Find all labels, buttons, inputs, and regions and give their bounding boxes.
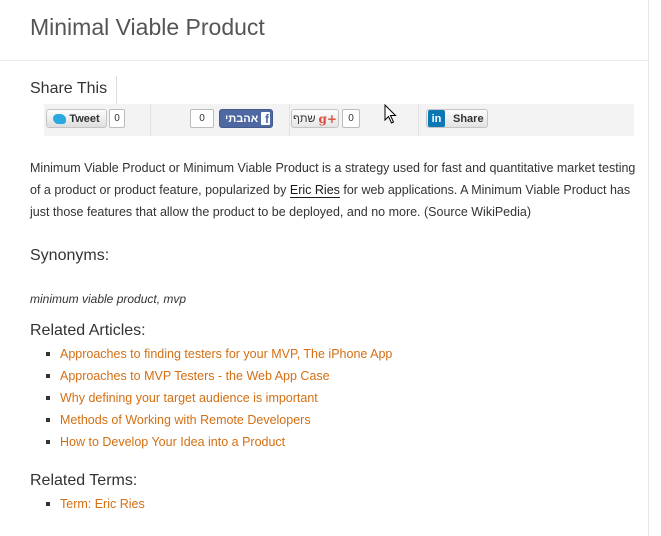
share-separator xyxy=(289,104,290,136)
twitter-bird-icon xyxy=(53,113,67,124)
synonyms-heading: Synonyms: xyxy=(30,247,110,264)
list-item: Methods of Working with Remote Developer… xyxy=(46,409,392,431)
synonyms-text: minimum viable product, mvp xyxy=(30,292,187,306)
linkedin-icon: in xyxy=(428,110,445,127)
title-divider xyxy=(0,60,648,61)
google-plus-count: 0 xyxy=(342,109,360,128)
share-separator xyxy=(418,104,419,136)
share-heading-divider xyxy=(116,76,117,104)
tweet-button[interactable]: Tweet xyxy=(46,109,107,128)
related-article-link[interactable]: Methods of Working with Remote Developer… xyxy=(60,413,311,427)
content-border-right xyxy=(648,0,649,536)
eric-ries-link[interactable]: Eric Ries xyxy=(289,183,340,198)
related-articles-heading: Related Articles: xyxy=(30,322,146,339)
mouse-cursor-icon xyxy=(384,104,397,124)
facebook-icon: f xyxy=(261,112,270,125)
related-term-link[interactable]: Term: Eric Ries xyxy=(60,497,145,511)
tweet-label: Tweet xyxy=(69,112,100,125)
intro-paragraph: Minimum Viable Product or Minimum Viable… xyxy=(30,157,640,223)
google-plus-share-button[interactable]: שתף g+ xyxy=(291,109,339,128)
share-heading: Share This xyxy=(30,80,108,97)
related-articles-list: Approaches to finding testers for your M… xyxy=(46,343,392,453)
share-bar xyxy=(44,104,634,136)
linkedin-share-label: Share xyxy=(453,112,484,125)
facebook-like-button[interactable]: אהבתי f xyxy=(219,109,273,128)
list-item: How to Develop Your Idea into a Product xyxy=(46,431,392,453)
related-terms-list: Term: Eric Ries xyxy=(46,493,145,515)
list-item: Term: Eric Ries xyxy=(46,493,145,515)
list-item: Why defining your target audience is imp… xyxy=(46,387,392,409)
list-item: Approaches to finding testers for your M… xyxy=(46,343,392,365)
related-article-link[interactable]: Why defining your target audience is imp… xyxy=(60,391,318,405)
page-title: Minimal Viable Product xyxy=(30,14,265,40)
related-article-link[interactable]: How to Develop Your Idea into a Product xyxy=(60,435,285,449)
google-plus-share-label: שתף xyxy=(293,112,316,125)
related-terms-heading: Related Terms: xyxy=(30,472,138,489)
google-plus-icon: g+ xyxy=(318,111,337,126)
facebook-like-label: אהבתי xyxy=(225,112,259,125)
list-item: Approaches to MVP Testers - the Web App … xyxy=(46,365,392,387)
linkedin-share-button[interactable]: in Share xyxy=(426,109,488,128)
facebook-like-count: 0 xyxy=(190,109,214,128)
related-article-link[interactable]: Approaches to finding testers for your M… xyxy=(60,347,392,361)
share-separator xyxy=(150,104,151,136)
related-article-link[interactable]: Approaches to MVP Testers - the Web App … xyxy=(60,369,330,383)
tweet-count: 0 xyxy=(109,109,125,128)
